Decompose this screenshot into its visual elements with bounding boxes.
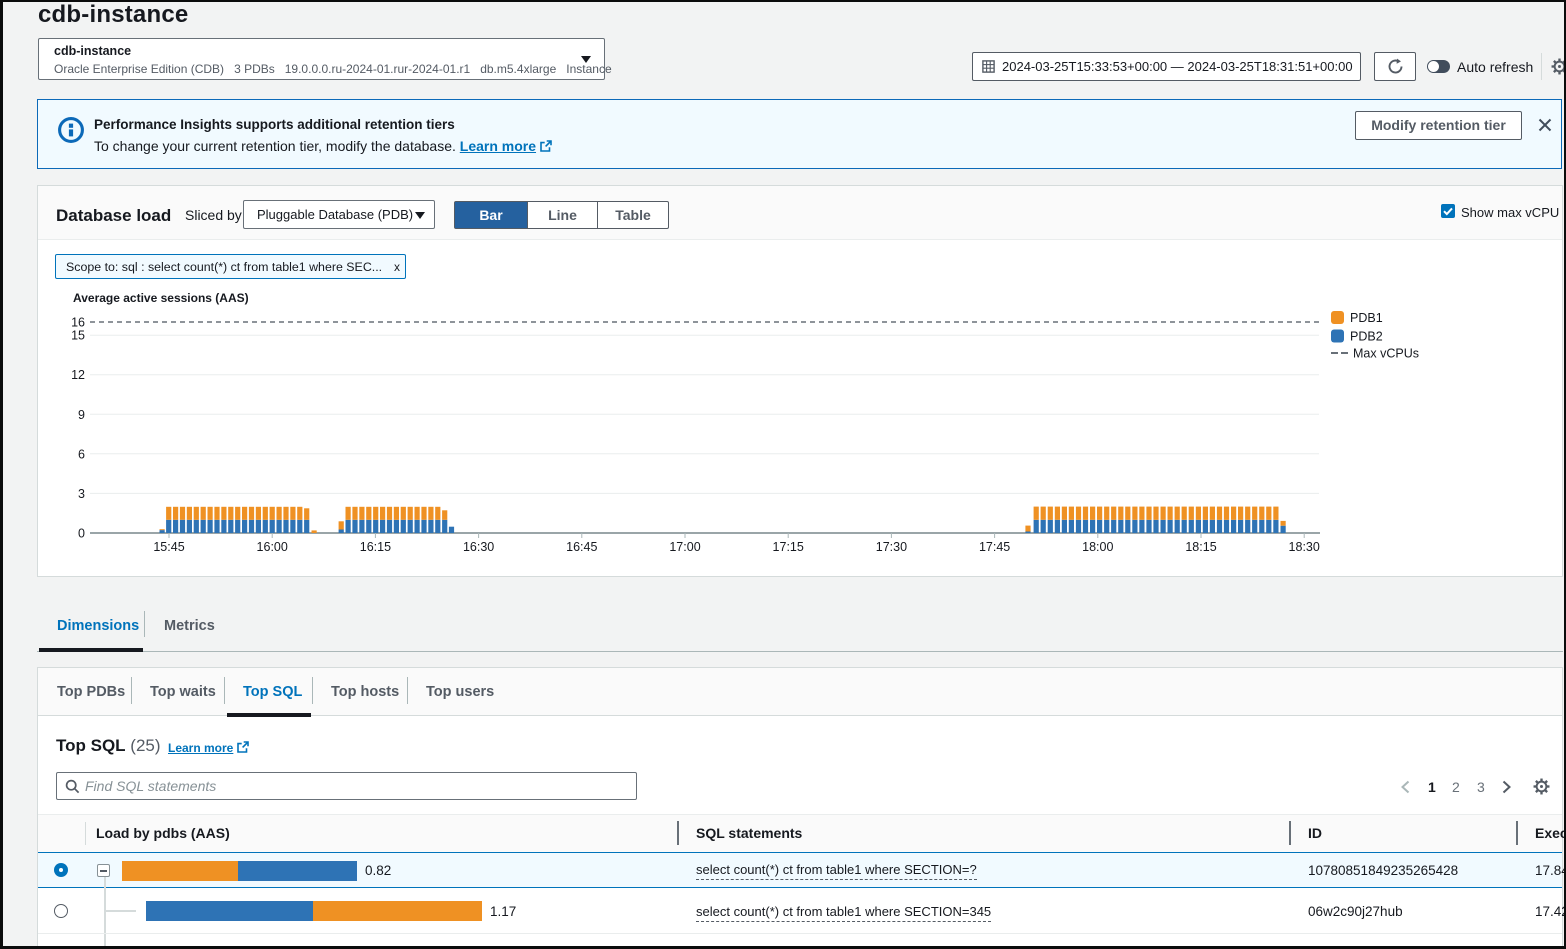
svg-text:PDB2: PDB2 xyxy=(1350,330,1383,344)
svg-text:0: 0 xyxy=(78,527,85,541)
svg-text:9: 9 xyxy=(78,408,85,422)
svg-text:16:15: 16:15 xyxy=(360,540,391,554)
svg-text:15:45: 15:45 xyxy=(153,540,184,554)
svg-text:12: 12 xyxy=(71,368,85,382)
svg-text:15: 15 xyxy=(71,329,85,343)
svg-text:18:15: 18:15 xyxy=(1185,540,1216,554)
svg-text:PDB1: PDB1 xyxy=(1350,311,1383,325)
svg-text:17:00: 17:00 xyxy=(669,540,700,554)
svg-text:Max vCPUs: Max vCPUs xyxy=(1353,347,1419,361)
svg-text:16:00: 16:00 xyxy=(257,540,288,554)
svg-text:18:00: 18:00 xyxy=(1082,540,1113,554)
svg-text:16:45: 16:45 xyxy=(566,540,597,554)
svg-text:17:15: 17:15 xyxy=(773,540,804,554)
svg-text:16:30: 16:30 xyxy=(463,540,494,554)
svg-text:16: 16 xyxy=(71,316,85,330)
svg-text:17:30: 17:30 xyxy=(876,540,907,554)
svg-text:6: 6 xyxy=(78,447,85,461)
svg-text:17:45: 17:45 xyxy=(979,540,1010,554)
svg-text:18:30: 18:30 xyxy=(1289,540,1320,554)
svg-text:3: 3 xyxy=(78,487,85,501)
